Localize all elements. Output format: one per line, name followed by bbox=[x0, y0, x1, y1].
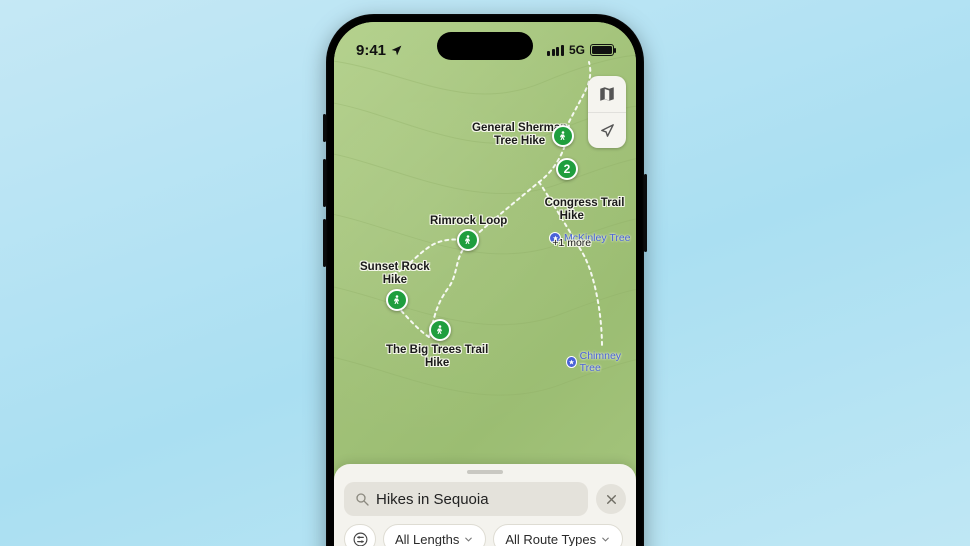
chevron-down-icon bbox=[600, 534, 611, 545]
filter-lengths[interactable]: All Lengths bbox=[383, 524, 486, 546]
hiker-icon bbox=[434, 324, 446, 336]
map-pin-sherman[interactable] bbox=[552, 125, 574, 147]
phone-side-button bbox=[323, 219, 326, 267]
poi-label: Chimney Tree bbox=[580, 350, 636, 374]
navigate-arrow-icon bbox=[599, 122, 616, 139]
phone-side-button bbox=[644, 174, 647, 252]
phone-side-button bbox=[323, 114, 326, 142]
map-poi-mckinley[interactable]: McKinley Tree bbox=[549, 232, 631, 244]
battery-icon bbox=[590, 44, 614, 56]
chip-label: All Lengths bbox=[395, 532, 459, 546]
map-pin-sunset[interactable] bbox=[386, 289, 408, 311]
hiker-icon bbox=[557, 130, 569, 142]
sheet-grabber[interactable] bbox=[467, 470, 503, 474]
map-controls bbox=[588, 76, 626, 148]
search-row bbox=[344, 482, 626, 516]
dynamic-island bbox=[437, 32, 533, 60]
phone-screen: 9:41 5G bbox=[334, 22, 636, 546]
clear-search-button[interactable] bbox=[596, 484, 626, 514]
map-icon bbox=[598, 85, 616, 103]
phone-frame: 9:41 5G bbox=[326, 14, 644, 546]
chip-label: All Route Types bbox=[505, 532, 596, 546]
poi-label: McKinley Tree bbox=[564, 232, 631, 244]
location-arrow-icon bbox=[390, 44, 403, 57]
star-dot-icon bbox=[566, 356, 577, 368]
search-field[interactable] bbox=[344, 482, 588, 516]
network-label: 5G bbox=[569, 43, 585, 57]
chevron-down-icon bbox=[463, 534, 474, 545]
hiker-icon bbox=[462, 234, 474, 246]
filter-route-types[interactable]: All Route Types bbox=[493, 524, 623, 546]
search-icon bbox=[354, 491, 370, 507]
signal-bars-icon bbox=[547, 45, 564, 56]
filter-settings-button[interactable] bbox=[344, 524, 376, 546]
map-pin-congress-cluster[interactable]: 2 bbox=[556, 158, 578, 180]
filter-chips: All Lengths All Route Types All Elevatio… bbox=[344, 524, 626, 546]
map-pin-rimrock[interactable] bbox=[457, 229, 479, 251]
sliders-circle-icon bbox=[352, 531, 369, 546]
map-pin-bigtrees[interactable] bbox=[429, 319, 451, 341]
phone-side-button bbox=[323, 159, 326, 207]
map-poi-chimney[interactable]: Chimney Tree bbox=[566, 350, 636, 374]
map-locate-button[interactable] bbox=[588, 112, 626, 148]
search-input[interactable] bbox=[376, 491, 578, 508]
results-sheet[interactable]: All Lengths All Route Types All Elevatio… bbox=[334, 464, 636, 546]
status-time: 9:41 bbox=[356, 42, 386, 59]
star-dot-icon bbox=[549, 232, 561, 244]
hiker-icon bbox=[391, 294, 403, 306]
cluster-count: 2 bbox=[564, 162, 571, 176]
close-icon bbox=[605, 493, 618, 506]
map-layers-button[interactable] bbox=[588, 76, 626, 112]
